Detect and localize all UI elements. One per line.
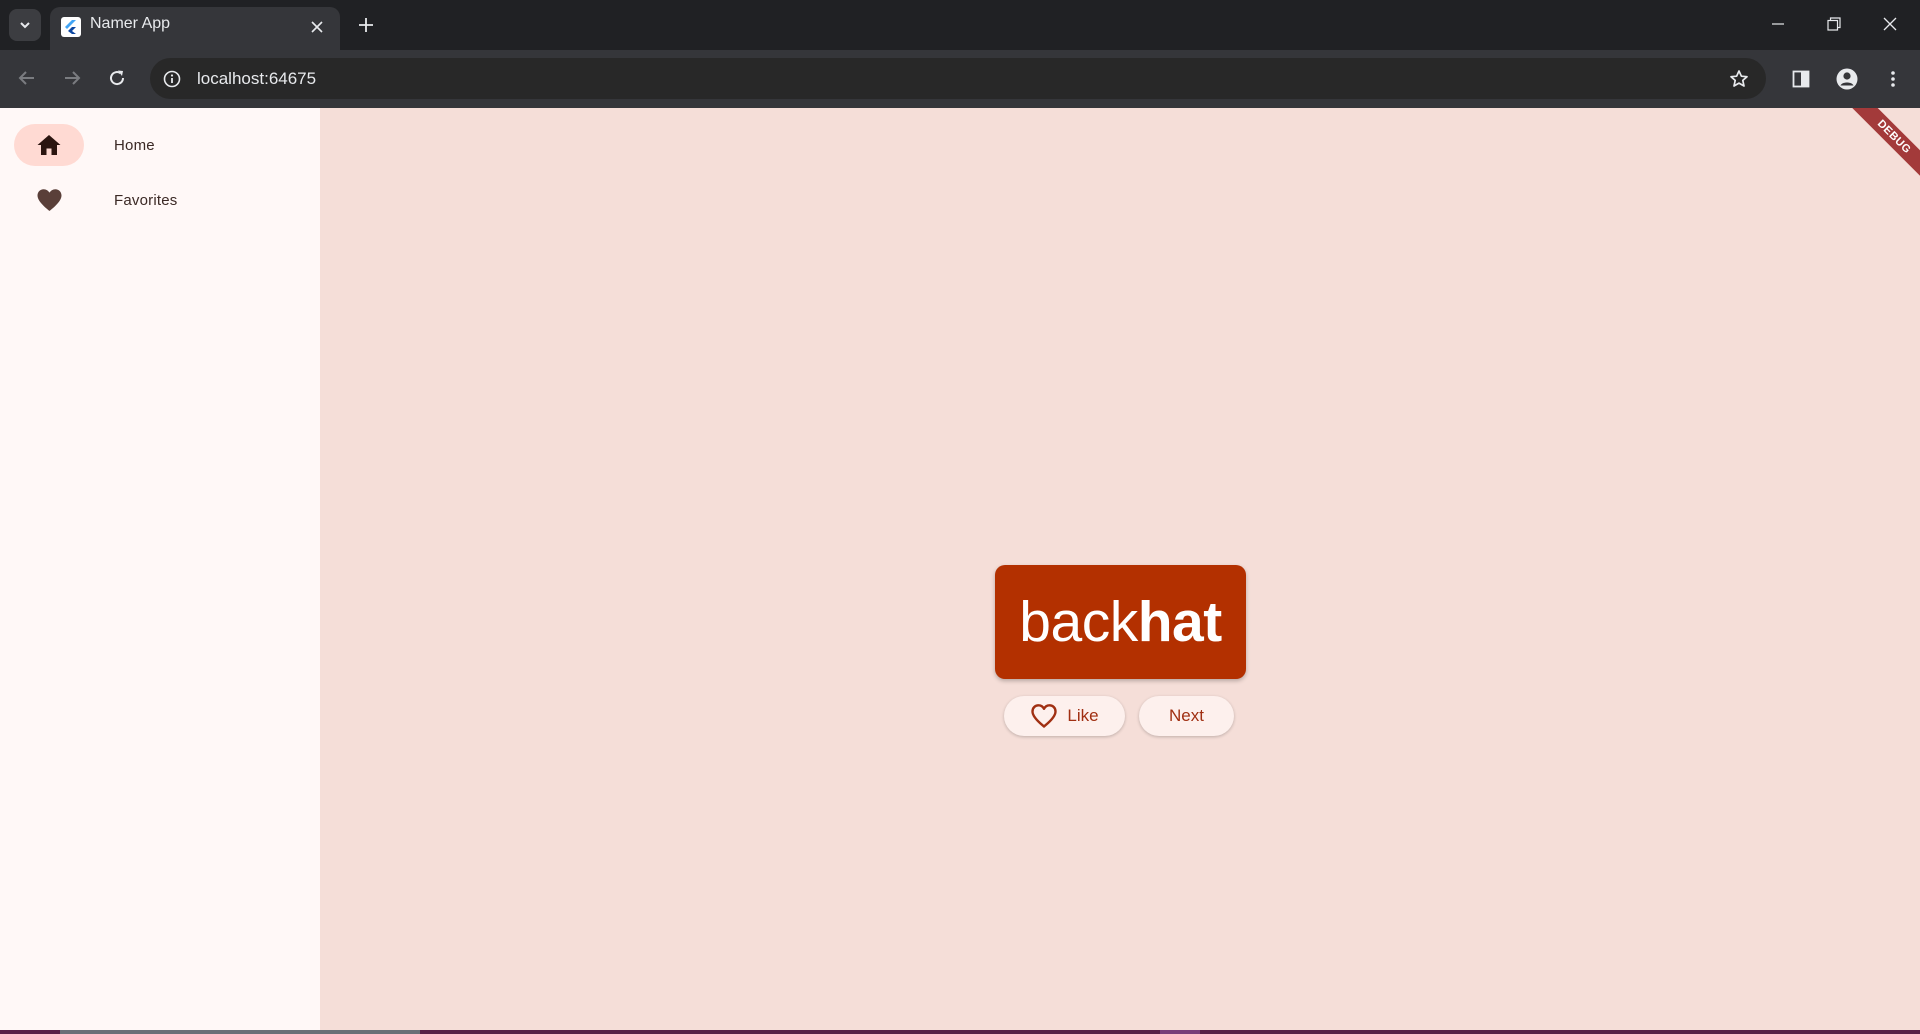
side-panel-button[interactable] [1784,62,1818,96]
tab-search-button[interactable] [9,9,41,41]
forward-arrow-icon [65,71,81,85]
tab-strip: Namer App [0,0,1920,50]
heart-outline-icon [1030,703,1058,729]
menu-button[interactable] [1876,62,1910,96]
browser-tab[interactable]: Namer App [50,7,340,50]
profile-icon [1836,68,1858,90]
url-text[interactable]: localhost:64675 [197,69,316,89]
word-second: hat [1137,590,1223,654]
main-area: backhat Like Next DEBUG [320,108,1920,1030]
bottom-edge-segment [60,1030,420,1034]
debug-banner: DEBUG [1838,108,1920,193]
plus-icon [359,18,373,32]
reload-icon [110,70,125,86]
minimize-button[interactable] [1750,0,1806,48]
like-button[interactable]: Like [1004,696,1125,736]
word-pair-card: backhat [995,565,1246,679]
flutter-icon [61,17,81,37]
bookmark-button[interactable] [1726,66,1752,92]
home-icon [37,135,61,155]
bottom-edge-segment [1160,1030,1200,1034]
like-label: Like [1067,706,1099,725]
tab-title: Namer App [90,15,171,32]
tab-close-button[interactable] [306,16,328,38]
restore-icon [1827,17,1841,31]
forward-button[interactable] [55,61,89,95]
app-content: Home Favorites backhat Like Next DEBUG [0,108,1920,1030]
side-panel-icon [1792,70,1810,88]
close-window-button[interactable] [1862,0,1918,48]
restore-button[interactable] [1806,0,1862,48]
word-first: back [1019,590,1138,654]
nav-item-favorites[interactable]: Favorites [14,179,314,221]
info-icon[interactable] [160,67,184,91]
next-label: Next [1169,706,1204,725]
close-icon [1883,17,1897,31]
minimize-icon [1772,23,1784,25]
profile-button[interactable] [1830,62,1864,96]
nav-label-home: Home [114,136,155,154]
new-tab-button[interactable] [352,11,380,39]
nav-item-home[interactable]: Home [14,124,314,166]
close-icon [311,21,323,33]
nav-indicator [14,179,84,221]
nav-indicator [14,124,84,166]
word-pair: backhat [1019,589,1223,655]
back-button[interactable] [10,61,44,95]
kebab-menu-icon [1891,71,1895,87]
chevron-down-icon [20,22,30,29]
nav-label-favorites: Favorites [114,191,178,209]
address-bar[interactable]: localhost:64675 [150,58,1766,99]
bottom-edge [0,1030,1920,1034]
browser-toolbar: localhost:64675 [0,50,1920,108]
back-arrow-icon [18,71,34,85]
next-button[interactable]: Next [1139,696,1234,736]
heart-icon [37,189,61,211]
reload-button[interactable] [100,61,134,95]
navigation-rail: Home Favorites [0,108,320,1030]
star-icon [1730,70,1748,87]
